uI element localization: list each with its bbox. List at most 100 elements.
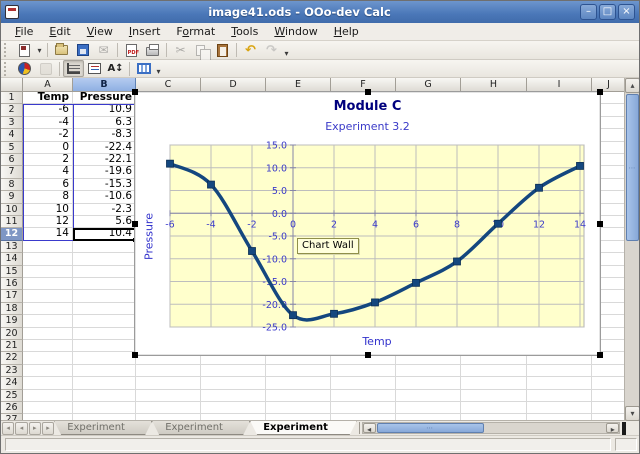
cell-A9[interactable]: 8	[23, 191, 73, 203]
column-header-B[interactable]: B	[73, 78, 136, 92]
cell-A16[interactable]	[23, 278, 73, 290]
row-header-15[interactable]: 15	[1, 266, 23, 278]
cell-I25[interactable]	[527, 390, 592, 402]
select-all-corner[interactable]	[1, 78, 23, 92]
cell-B18[interactable]	[73, 303, 136, 315]
row-header-10[interactable]: 10	[1, 204, 23, 216]
cell-H23[interactable]	[461, 365, 527, 377]
cell-A7[interactable]: 4	[23, 166, 73, 178]
row-header-16[interactable]: 16	[1, 278, 23, 290]
cell-B20[interactable]	[73, 328, 136, 340]
paste-button[interactable]	[212, 42, 233, 59]
cell-D23[interactable]	[201, 365, 266, 377]
row-header-13[interactable]: 13	[1, 241, 23, 253]
scale-text-button[interactable]: A↕	[105, 60, 126, 77]
cell-B8[interactable]: -15.3	[73, 179, 136, 191]
row-header-2[interactable]: 2	[1, 104, 23, 116]
resize-handle-bottom-left[interactable]	[132, 352, 138, 358]
window-split-handle[interactable]	[622, 422, 626, 435]
cell-B13[interactable]	[73, 241, 136, 253]
cell-A12[interactable]: 14	[23, 228, 73, 240]
cell-B21[interactable]	[73, 340, 136, 352]
row-header-18[interactable]: 18	[1, 303, 23, 315]
column-header-A[interactable]: A	[23, 78, 73, 92]
cell-A10[interactable]: 10	[23, 204, 73, 216]
row-header-3[interactable]: 3	[1, 117, 23, 129]
cell-C24[interactable]	[136, 377, 201, 389]
column-header-G[interactable]: G	[396, 78, 461, 92]
scroll-left-icon[interactable]: ◂	[363, 423, 376, 433]
cell-B23[interactable]	[73, 365, 136, 377]
resize-handle-mid-left[interactable]	[132, 221, 138, 227]
column-header-F[interactable]: F	[331, 78, 396, 92]
cell-D26[interactable]	[201, 402, 266, 414]
chart-type-button[interactable]	[14, 60, 35, 77]
row-header-25[interactable]: 25	[1, 390, 23, 402]
cell-A15[interactable]	[23, 266, 73, 278]
cell-A24[interactable]	[23, 377, 73, 389]
cell-G26[interactable]	[396, 402, 461, 414]
cell-E23[interactable]	[266, 365, 331, 377]
cell-B22[interactable]	[73, 352, 136, 364]
cell-H26[interactable]	[461, 402, 527, 414]
resize-handle-bottom-mid[interactable]	[365, 352, 371, 358]
cell-I23[interactable]	[527, 365, 592, 377]
cell-B19[interactable]	[73, 315, 136, 327]
chart-element-button[interactable]	[35, 60, 56, 77]
cell-A1[interactable]: Temp	[23, 92, 73, 104]
close-button[interactable]: ×	[618, 4, 635, 20]
menu-file[interactable]: File	[7, 23, 41, 40]
chart-data-table-button[interactable]	[133, 60, 154, 77]
cell-H25[interactable]	[461, 390, 527, 402]
row-header-6[interactable]: 6	[1, 154, 23, 166]
cell-A25[interactable]	[23, 390, 73, 402]
cell-A5[interactable]: 0	[23, 142, 73, 154]
toolbar-grip[interactable]	[4, 43, 11, 57]
open-button[interactable]	[51, 42, 72, 59]
cell-E24[interactable]	[266, 377, 331, 389]
toolbar-overflow-icon[interactable]: ▾	[282, 49, 291, 58]
row-header-22[interactable]: 22	[1, 352, 23, 364]
save-button[interactable]	[72, 42, 93, 59]
horizontal-scrollbar-thumb[interactable]: ⋯	[377, 423, 484, 433]
export-pdf-button[interactable]: PDF	[121, 42, 142, 59]
sheet-tab-experiment-3-2[interactable]: Experiment 3.2	[250, 421, 356, 435]
row-header-20[interactable]: 20	[1, 328, 23, 340]
cell-B6[interactable]: -22.1	[73, 154, 136, 166]
cell-A11[interactable]: 12	[23, 216, 73, 228]
cell-F25[interactable]	[331, 390, 396, 402]
cell-H24[interactable]	[461, 377, 527, 389]
legend-button[interactable]	[84, 60, 105, 77]
menu-insert[interactable]: Insert	[121, 23, 169, 40]
row-header-14[interactable]: 14	[1, 253, 23, 265]
row-header-11[interactable]: 11	[1, 216, 23, 228]
cell-C25[interactable]	[136, 390, 201, 402]
column-header-E[interactable]: E	[266, 78, 331, 92]
chart-subtitle[interactable]: Experiment 3.2	[135, 120, 600, 133]
menu-edit[interactable]: Edit	[41, 23, 78, 40]
row-header-12[interactable]: 12	[1, 228, 23, 240]
cell-B2[interactable]: 10.9	[73, 104, 136, 116]
title-bar[interactable]: image41.ods - OOo-dev Calc – □ ×	[1, 1, 639, 23]
resize-handle-bottom-right[interactable]	[597, 352, 603, 358]
row-header-9[interactable]: 9	[1, 191, 23, 203]
cell-B24[interactable]	[73, 377, 136, 389]
cell-A26[interactable]	[23, 402, 73, 414]
cell-F23[interactable]	[331, 365, 396, 377]
cell-B9[interactable]: -10.6	[73, 191, 136, 203]
row-header-23[interactable]: 23	[1, 365, 23, 377]
cell-B16[interactable]	[73, 278, 136, 290]
tab-previous-icon[interactable]: ◂	[15, 422, 27, 435]
sheet-tab-experiment-3-0[interactable]: Experiment 3.0	[54, 421, 152, 435]
maximize-button[interactable]: □	[599, 4, 616, 20]
row-header-21[interactable]: 21	[1, 340, 23, 352]
cell-G24[interactable]	[396, 377, 461, 389]
cell-J26[interactable]	[592, 402, 626, 414]
cell-B11[interactable]: 5.6	[73, 216, 136, 228]
resize-handle-top-right[interactable]	[597, 89, 603, 95]
menu-view[interactable]: View	[79, 23, 121, 40]
cell-B1[interactable]: Pressure	[73, 92, 136, 104]
cell-B3[interactable]: 6.3	[73, 117, 136, 129]
cell-J25[interactable]	[592, 390, 626, 402]
resize-handle-mid-right[interactable]	[597, 221, 603, 227]
